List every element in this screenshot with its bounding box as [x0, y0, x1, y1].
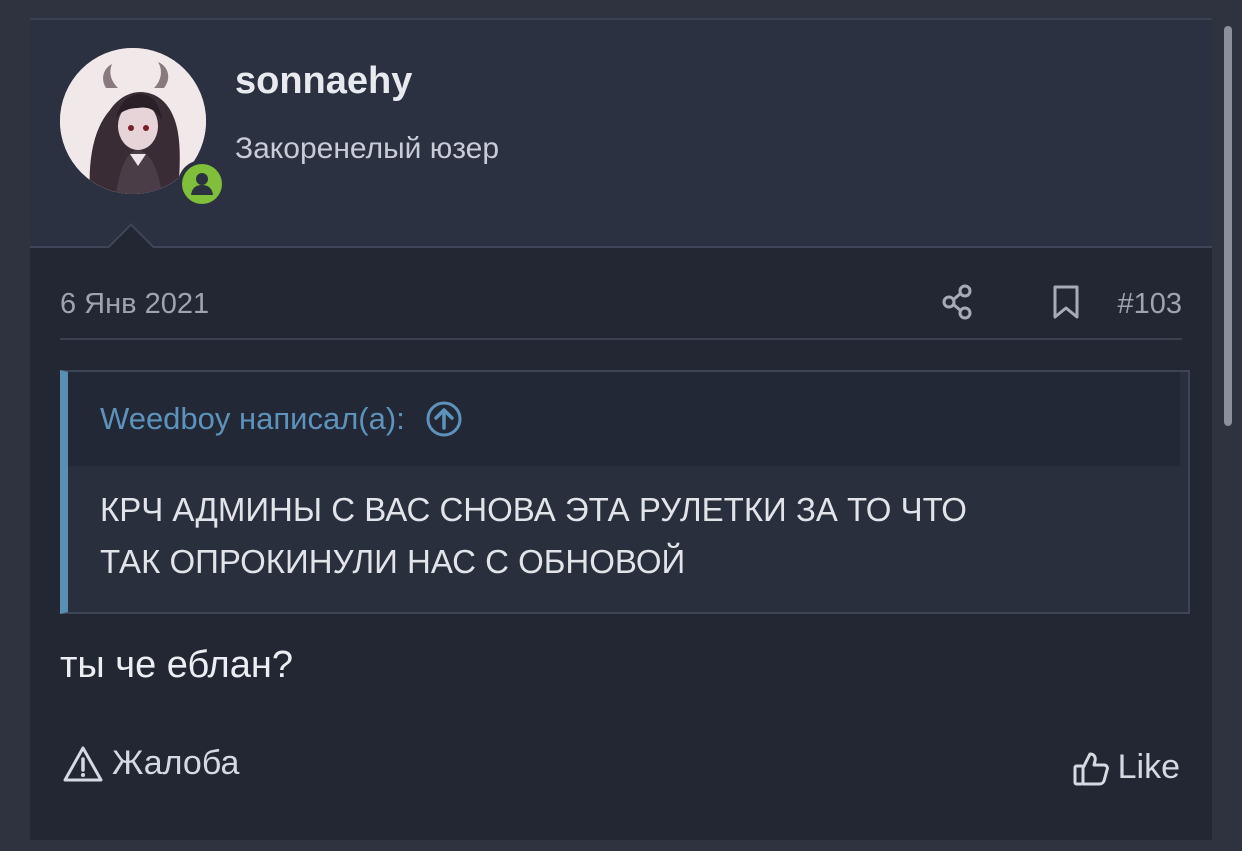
- quote-text-line: ТАК ОПРОКИНУЛИ НАС С ОБНОВОЙ: [100, 543, 686, 580]
- post-number-link[interactable]: #103: [1117, 288, 1182, 321]
- quote-block: Weedboy написал(а): КРЧ АДМИНЫ С ВАС СНО…: [60, 370, 1190, 614]
- share-button[interactable]: [936, 282, 980, 326]
- like-label: Like: [1117, 748, 1180, 786]
- post-date[interactable]: 6 Янв 2021: [60, 288, 209, 321]
- forum-page: sonnaehy Закоренелый юзер 6 Янв 2021 #10…: [0, 0, 1242, 851]
- author-user-title: Закоренелый юзер: [235, 132, 500, 165]
- quote-author-label: Weedboy написал(а):: [100, 401, 405, 436]
- page-scrollbar[interactable]: [1224, 26, 1232, 426]
- quote-header: Weedboy написал(а):: [68, 372, 1180, 466]
- quote-text: КРЧ АДМИНЫ С ВАС СНОВА ЭТА РУЛЕТКИ ЗА ТО…: [100, 484, 1160, 588]
- user-online-icon: [182, 164, 222, 204]
- post-author-header: sonnaehy Закоренелый юзер: [30, 20, 1212, 248]
- post-meta-row: 6 Янв 2021 #103: [60, 280, 1182, 340]
- report-button[interactable]: Жалоба: [62, 744, 239, 783]
- bookmark-button[interactable]: [1044, 282, 1088, 326]
- online-status-badge: [178, 160, 226, 208]
- share-icon: [941, 284, 975, 324]
- forum-post: sonnaehy Закоренелый юзер 6 Янв 2021 #10…: [30, 18, 1212, 840]
- report-label: Жалоба: [112, 744, 240, 782]
- author-username[interactable]: sonnaehy: [235, 60, 412, 103]
- quote-author-line[interactable]: Weedboy написал(а):: [100, 400, 463, 438]
- warning-triangle-icon: [62, 745, 104, 783]
- bookmark-icon: [1052, 284, 1080, 324]
- header-notch: [105, 220, 157, 248]
- post-message: ты че еблан?: [60, 644, 293, 686]
- thumbs-up-icon: [1072, 749, 1110, 787]
- quote-text-line: КРЧ АДМИНЫ С ВАС СНОВА ЭТА РУЛЕТКИ ЗА ТО…: [100, 491, 967, 528]
- like-button[interactable]: Like: [1072, 748, 1180, 787]
- arrow-up-circle-icon[interactable]: [425, 400, 463, 438]
